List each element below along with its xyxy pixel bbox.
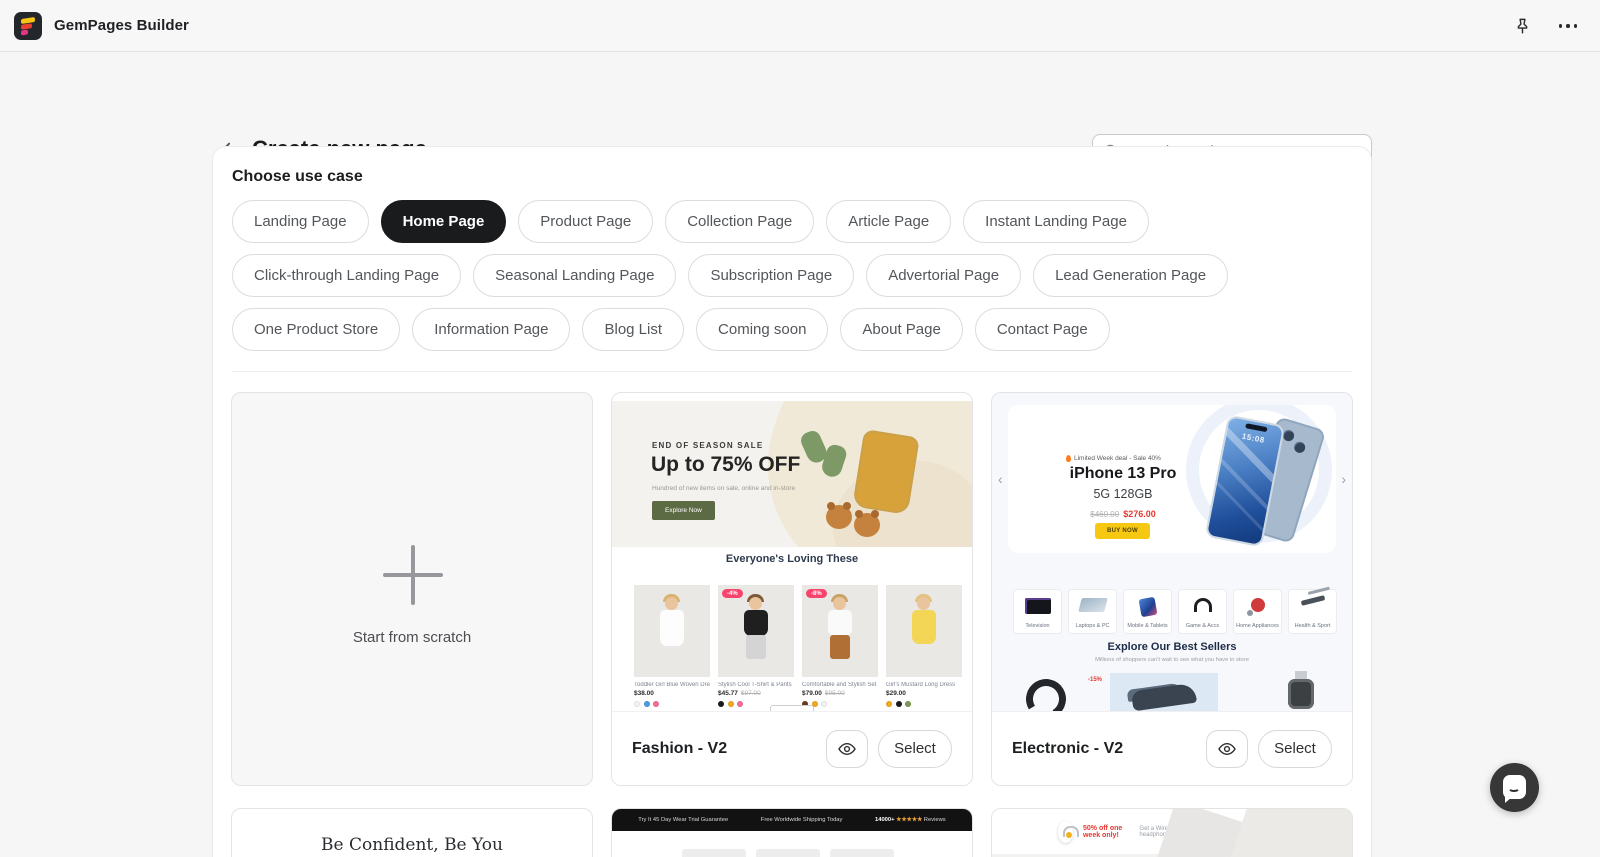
app-window: GemPages Builder Create new page Choose … bbox=[0, 0, 1600, 857]
category-health-sport: Health & Sport bbox=[1288, 589, 1337, 634]
fashion-product-1: Toddler Girl Blue Woven Dress $38.00 bbox=[634, 585, 710, 707]
template-name: Fashion - V2 bbox=[632, 740, 826, 758]
fashion-product-row: Toddler Girl Blue Woven Dress $38.00 -4%… bbox=[634, 585, 962, 707]
chip-one-product-store[interactable]: One Product Store bbox=[232, 308, 400, 351]
template-card-fashion-v2: END OF SEASON SALE Up to 75% OFF Hundred… bbox=[611, 392, 973, 786]
select-button[interactable]: Select bbox=[878, 730, 952, 768]
electronic-hero-subtitle: 5G 128GB bbox=[1008, 487, 1238, 501]
headphones-art bbox=[1022, 675, 1070, 713]
chip-subscription-page[interactable]: Subscription Page bbox=[688, 254, 854, 297]
chip-click-through-landing-page[interactable]: Click-through Landing Page bbox=[232, 254, 461, 297]
headphone-icon bbox=[1058, 821, 1073, 843]
pin-icon[interactable] bbox=[1510, 14, 1534, 38]
chip-landing-page[interactable]: Landing Page bbox=[232, 200, 369, 243]
sale-badge: -15% bbox=[1088, 677, 1102, 683]
chip-contact-page[interactable]: Contact Page bbox=[975, 308, 1110, 351]
chip-advertorial-page[interactable]: Advertorial Page bbox=[866, 254, 1021, 297]
product-thumbnails-art bbox=[682, 849, 894, 857]
electronic-buy-now-button: BUY NOW bbox=[1095, 523, 1150, 539]
fashion-hero-title: Up to 75% OFF bbox=[651, 453, 800, 477]
templates-panel: Choose use case Landing Page Home Page P… bbox=[212, 146, 1372, 857]
electronic-preview-image[interactable]: 15:08 Limited Week deal - Sale 40% iPhon… bbox=[992, 393, 1352, 713]
chip-collection-page[interactable]: Collection Page bbox=[665, 200, 814, 243]
announcement-bar: Try It 45 Day Wear Trial Guarantee Free … bbox=[612, 809, 972, 831]
category-laptops-pc: Laptops & PC bbox=[1068, 589, 1117, 634]
template-card-partial-1[interactable]: Be Confident, Be You bbox=[231, 808, 593, 857]
template-card-electronic-v2: 15:08 Limited Week deal - Sale 40% iPhon… bbox=[991, 392, 1353, 786]
category-game-accs: Game & Accs bbox=[1178, 589, 1227, 634]
electronic-best-sellers-products: -15% bbox=[992, 671, 1352, 713]
fashion-hero-cta: Explore Now bbox=[652, 501, 715, 520]
chip-blog-list[interactable]: Blog List bbox=[582, 308, 684, 351]
use-case-section: Choose use case Landing Page Home Page P… bbox=[232, 147, 1352, 372]
category-television: Television bbox=[1013, 589, 1062, 634]
chip-lead-generation-page[interactable]: Lead Generation Page bbox=[1033, 254, 1228, 297]
chat-launcher-button[interactable] bbox=[1490, 763, 1539, 812]
flame-icon bbox=[1066, 455, 1071, 462]
chip-about-page[interactable]: About Page bbox=[840, 308, 962, 351]
preview-eye-button[interactable] bbox=[1206, 730, 1248, 768]
electronic-best-sellers-title: Explore Our Best Sellers bbox=[992, 641, 1352, 653]
eye-icon bbox=[838, 742, 856, 756]
carousel-next-arrow: › bbox=[1341, 471, 1346, 487]
chip-seasonal-landing-page[interactable]: Seasonal Landing Page bbox=[473, 254, 676, 297]
fashion-product-2: -4% Stylish Cool T-Shirt & Pants $45.77$… bbox=[718, 585, 794, 707]
app-title: GemPages Builder bbox=[54, 17, 189, 34]
electronic-hero-title: iPhone 13 Pro bbox=[1008, 465, 1238, 483]
select-button[interactable]: Select bbox=[1258, 730, 1332, 768]
template-name: Electronic - V2 bbox=[1012, 740, 1206, 758]
fashion-product-3: -8% Comfortable and Stylish Set $79.00$9… bbox=[802, 585, 878, 707]
electronic-card-footer: Electronic - V2 Select bbox=[992, 711, 1352, 785]
gempages-logo-icon bbox=[14, 12, 42, 40]
template-card-partial-2[interactable]: Try It 45 Day Wear Trial Guarantee Free … bbox=[611, 808, 973, 857]
fashion-hero-subtitle: Hundred of new items on sale, online and… bbox=[652, 485, 795, 492]
start-from-scratch-card[interactable]: Start from scratch bbox=[231, 392, 593, 786]
chip-home-page[interactable]: Home Page bbox=[381, 200, 507, 243]
fashion-section-title: Everyone's Loving These bbox=[612, 553, 972, 565]
fashion-hero-art: END OF SEASON SALE Up to 75% OFF Hundred… bbox=[612, 401, 972, 547]
electronic-category-row: Television Laptops & PC Mobile & Tablets bbox=[1013, 589, 1337, 634]
top-bar: GemPages Builder bbox=[0, 0, 1600, 52]
partial-card-heading: Be Confident, Be You bbox=[232, 835, 592, 855]
chip-coming-soon[interactable]: Coming soon bbox=[696, 308, 828, 351]
category-home-appliances: Home Appliances bbox=[1233, 589, 1282, 634]
carousel-prev-arrow: ‹ bbox=[998, 471, 1003, 487]
smartwatch-art bbox=[1288, 679, 1314, 709]
plus-icon bbox=[383, 545, 443, 605]
template-card-partial-3[interactable]: 50% off one week only! Get a Wireless he… bbox=[991, 808, 1353, 857]
fashion-hero-eyebrow: END OF SEASON SALE bbox=[652, 441, 763, 450]
electronic-deal-line: Limited Week deal - Sale 40% bbox=[1066, 455, 1161, 462]
electronic-best-sellers-subtitle: Millions of shoppers can't wait to see w… bbox=[992, 657, 1352, 663]
start-from-scratch-label: Start from scratch bbox=[232, 629, 592, 646]
electronic-hero-art: 15:08 Limited Week deal - Sale 40% iPhon… bbox=[1008, 405, 1336, 553]
chip-information-page[interactable]: Information Page bbox=[412, 308, 570, 351]
fashion-preview-image[interactable]: END OF SEASON SALE Up to 75% OFF Hundred… bbox=[612, 393, 972, 713]
chip-article-page[interactable]: Article Page bbox=[826, 200, 951, 243]
template-grid: Start from scratch END OF SEASON SALE Up… bbox=[231, 392, 1353, 857]
use-case-label: Choose use case bbox=[232, 168, 1352, 186]
chip-instant-landing-page[interactable]: Instant Landing Page bbox=[963, 200, 1149, 243]
more-menu-icon[interactable] bbox=[1556, 14, 1580, 38]
preview-eye-button[interactable] bbox=[826, 730, 868, 768]
fashion-card-footer: Fashion - V2 Select bbox=[612, 711, 972, 785]
chip-product-page[interactable]: Product Page bbox=[518, 200, 653, 243]
sneaker-art bbox=[1110, 673, 1218, 713]
chat-bubble-icon bbox=[1503, 775, 1526, 799]
category-mobile-tablets: Mobile & Tablets bbox=[1123, 589, 1172, 634]
page-header: Create new page bbox=[0, 52, 1600, 146]
electronic-hero-prices: $460.00$276.00 bbox=[1008, 509, 1238, 519]
fashion-product-4: Girl's Mustard Long Dress $29.00 bbox=[886, 585, 962, 707]
eye-icon bbox=[1218, 742, 1236, 756]
